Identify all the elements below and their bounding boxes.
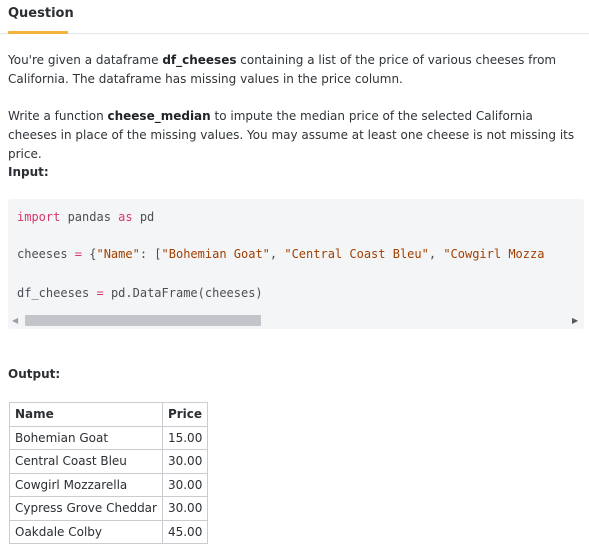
table-row: Central Coast Bleu 30.00 [9, 449, 209, 474]
table-row: Oakdale Colby 45.00 [9, 519, 209, 544]
description-paragraph-1: You're given a dataframe df_cheeses cont… [8, 53, 557, 86]
cell-name: Cypress Grove Cheddar [9, 496, 163, 521]
cell-price: 30.00 [161, 449, 209, 474]
tab-bar: Question [0, 0, 589, 34]
scroll-right-arrow-icon[interactable]: ▶ [572, 316, 578, 325]
cell-price: 45.00 [161, 519, 209, 544]
output-label: Output: [8, 367, 61, 381]
code-line-1: import pandas as pd [17, 210, 155, 224]
horizontal-scrollbar[interactable]: ◀ ▶ [8, 312, 584, 329]
input-label: Input: [8, 165, 49, 179]
cell-price: 15.00 [161, 425, 209, 450]
table-row: Cowgirl Mozzarella 30.00 [9, 472, 209, 497]
code-line-2: cheeses = {"Name": ["Bohemian Goat", "Ce… [17, 247, 545, 261]
dataframe-name: df_cheeses [162, 53, 237, 67]
code-line-3: df_cheeses = pd.DataFrame(cheeses) [17, 286, 263, 300]
tab-question[interactable]: Question [8, 6, 74, 21]
description-paragraph-2: Write a function cheese_median to impute… [8, 109, 575, 161]
column-header-name: Name [9, 402, 163, 427]
cell-name: Cowgirl Mozzarella [9, 472, 163, 497]
code-block[interactable]: import pandas as pd cheeses = {"Name": [… [8, 199, 584, 329]
scrollbar-thumb[interactable] [25, 315, 261, 326]
scroll-left-arrow-icon[interactable]: ◀ [12, 316, 18, 325]
output-table: Name Price Bohemian Goat 15.00 Central C… [9, 402, 209, 544]
cell-name: Central Coast Bleu [9, 449, 163, 474]
cell-name: Oakdale Colby [9, 519, 163, 544]
table-row: Cypress Grove Cheddar 30.00 [9, 496, 209, 521]
function-name: cheese_median [107, 109, 211, 123]
active-tab-indicator [8, 31, 68, 34]
cell-price: 30.00 [161, 496, 209, 521]
column-header-price: Price [161, 402, 209, 427]
cell-name: Bohemian Goat [9, 425, 163, 450]
table-header-row: Name Price [9, 402, 209, 427]
cell-price: 30.00 [161, 472, 209, 497]
table-row: Bohemian Goat 15.00 [9, 425, 209, 450]
